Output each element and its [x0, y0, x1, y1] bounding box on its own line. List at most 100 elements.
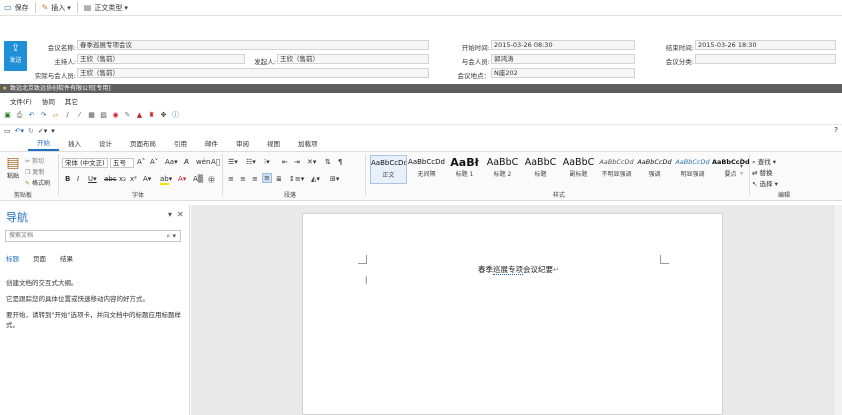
print-icon[interactable]: ⎙	[15, 111, 24, 119]
stamp-icon[interactable]: ▲	[135, 111, 144, 119]
tab-review[interactable]: 审阅	[227, 138, 258, 150]
enclose-char-icon[interactable]: ㊥	[208, 175, 215, 185]
style-subtle-emphasis[interactable]: AaBbCcDd 不明显强调	[598, 155, 635, 184]
bullets-icon[interactable]: ☰▾	[228, 158, 238, 166]
shrink-font-icon[interactable]: A˅	[150, 158, 158, 166]
close-icon[interactable]: ✕	[177, 210, 184, 219]
phonetic-icon[interactable]: wén	[196, 158, 210, 166]
style-subtitle[interactable]: AaBbC 副标题	[560, 155, 597, 184]
category-field[interactable]	[695, 54, 836, 64]
align-right-icon[interactable]: ≡	[252, 175, 258, 183]
initiator-field[interactable]: 王欣（售前）	[277, 54, 429, 64]
clear-format-icon[interactable]: A̸	[184, 158, 189, 166]
line-spacing-icon[interactable]: ↕≡▾	[289, 175, 304, 183]
menu-other[interactable]: 其它	[65, 96, 78, 108]
paste-button[interactable]: ▤ 粘贴	[4, 155, 22, 180]
change-case-icon[interactable]: Aa▾	[165, 158, 178, 166]
grow-font-icon[interactable]: A˄	[137, 158, 145, 166]
align-center-icon[interactable]: ≡	[240, 175, 246, 183]
tab-mailings[interactable]: 邮件	[196, 138, 227, 150]
subscript-icon[interactable]: x₂	[119, 175, 126, 183]
repeat-icon[interactable]: ↻	[28, 127, 34, 135]
format-painter-button[interactable]: ✎ 格式刷	[25, 178, 50, 187]
search-input[interactable]: 搜索文档 ⌕ ▾	[5, 230, 181, 242]
borders-icon[interactable]: ⊞▾	[330, 175, 339, 183]
decrease-indent-icon[interactable]: ⇤	[282, 158, 288, 166]
highlight-color-icon[interactable]: ab▾	[160, 175, 172, 185]
send-button[interactable]: ⇪ 发送	[4, 41, 27, 71]
justify-icon[interactable]: ≡	[262, 173, 272, 183]
char-shading-icon[interactable]: A▒	[193, 175, 203, 183]
customize-icon[interactable]: ▾	[51, 127, 55, 135]
help-icon[interactable]: ?	[834, 126, 838, 134]
align-left-icon[interactable]: ≡	[228, 175, 234, 183]
nav-tab-pages[interactable]: 页面	[33, 253, 46, 263]
italic-icon[interactable]: I	[77, 175, 79, 183]
undo-icon[interactable]: ↶	[27, 111, 36, 119]
chinese-layout-icon[interactable]: ✕▾	[307, 158, 316, 166]
tab-home[interactable]: 开始	[28, 137, 59, 151]
chevron-down-icon[interactable]: ▾	[168, 210, 172, 219]
end-time-field[interactable]: 2015-03-26 18:30	[695, 40, 836, 50]
select-button[interactable]: ↖ 选择 ▾	[752, 178, 778, 188]
open-icon[interactable]: ▱	[51, 111, 60, 119]
save-button[interactable]: ▭ 保存	[0, 0, 33, 16]
body-type-button[interactable]: ▤ 正文类型 ▾	[80, 0, 132, 16]
style-title[interactable]: AaBbC 标题	[522, 155, 559, 184]
meeting-name-field[interactable]: 春季巡展专项会议	[77, 40, 429, 50]
tab-insert[interactable]: 插入	[59, 138, 90, 150]
start-time-field[interactable]: 2015-03-26 08:30	[491, 40, 635, 50]
increase-indent-icon[interactable]: ⇥	[294, 158, 300, 166]
save-icon[interactable]: ▣	[3, 111, 12, 119]
spell-check-icon[interactable]: ✓▾	[38, 127, 47, 135]
seal-stamp-icon[interactable]: ♜	[147, 111, 156, 119]
actual-attendees-field[interactable]: 王欣（售前）	[77, 68, 429, 78]
find-button[interactable]: ⌕ 查找 ▾	[752, 156, 776, 167]
brush-icon[interactable]: ✎	[123, 111, 132, 119]
style-no-spacing[interactable]: AaBbCcDd 无间隔	[408, 155, 445, 184]
underline-icon[interactable]: U▾	[88, 175, 97, 183]
cut-button[interactable]: ✂ 剪切	[25, 156, 44, 165]
style-heading-1[interactable]: AaBł 标题 1	[446, 155, 483, 184]
bold-icon[interactable]: B	[65, 175, 70, 183]
tab-design[interactable]: 设计	[90, 138, 121, 150]
shading-icon[interactable]: ◭▾	[311, 175, 320, 183]
vertical-scrollbar[interactable]	[833, 205, 842, 415]
seal-icon[interactable]: ◉	[111, 111, 120, 119]
pen-icon[interactable]: ∕	[63, 111, 72, 119]
text-effects-icon[interactable]: A▾	[143, 175, 151, 183]
info-icon[interactable]: ⓘ	[171, 111, 180, 119]
undo-icon[interactable]: ↶▾	[15, 127, 24, 135]
style-emphasis[interactable]: AaBbCcDd 强调	[636, 155, 673, 184]
distributed-icon[interactable]: ≣	[276, 175, 282, 183]
tab-references[interactable]: 引用	[165, 138, 196, 150]
style-strong[interactable]: AaBbCcDd 要点	[712, 155, 749, 184]
font-color-icon[interactable]: A▾	[178, 175, 186, 183]
save-icon[interactable]: ▭	[4, 127, 11, 135]
highlight-icon[interactable]: ⁄	[75, 111, 84, 119]
search-icon[interactable]: ⌕ ▾	[166, 231, 176, 241]
style-normal[interactable]: AaBbCcDd 正文	[370, 155, 407, 184]
move-icon[interactable]: ✥	[159, 111, 168, 119]
nav-tab-results[interactable]: 结果	[60, 253, 73, 263]
multilevel-list-icon[interactable]: ⁝▾	[264, 158, 270, 166]
font-name-select[interactable]: 宋体 (中文正)	[62, 158, 108, 168]
char-border-icon[interactable]: A⃞	[211, 158, 220, 166]
superscript-icon[interactable]: x²	[130, 175, 137, 183]
show-marks-icon[interactable]: ¶	[338, 158, 342, 166]
strikethrough-icon[interactable]: abc	[104, 175, 117, 183]
tab-view[interactable]: 视图	[258, 138, 289, 150]
table-icon[interactable]: ▦	[87, 111, 96, 119]
insert-button[interactable]: ✎ 插入 ▾	[38, 0, 75, 16]
style-heading-2[interactable]: AaBbC 标题 2	[484, 155, 521, 184]
font-size-select[interactable]: 五号	[110, 158, 134, 168]
attendees-field[interactable]: 郭鸿涛	[491, 54, 635, 64]
redo-icon[interactable]: ↷	[39, 111, 48, 119]
copy-button[interactable]: ❐ 复制	[25, 167, 44, 176]
style-intense-emphasis[interactable]: AaBbCcDd 明显强调	[674, 155, 711, 184]
menu-file[interactable]: 文件(F)	[10, 96, 32, 108]
host-field[interactable]: 王欣（售前）	[77, 54, 245, 64]
replace-button[interactable]: ⇄ 替换	[752, 167, 773, 177]
styles-scroll-icon[interactable]: ▴ ▾ ▿	[740, 156, 743, 177]
menu-collaborate[interactable]: 协同	[42, 96, 55, 108]
